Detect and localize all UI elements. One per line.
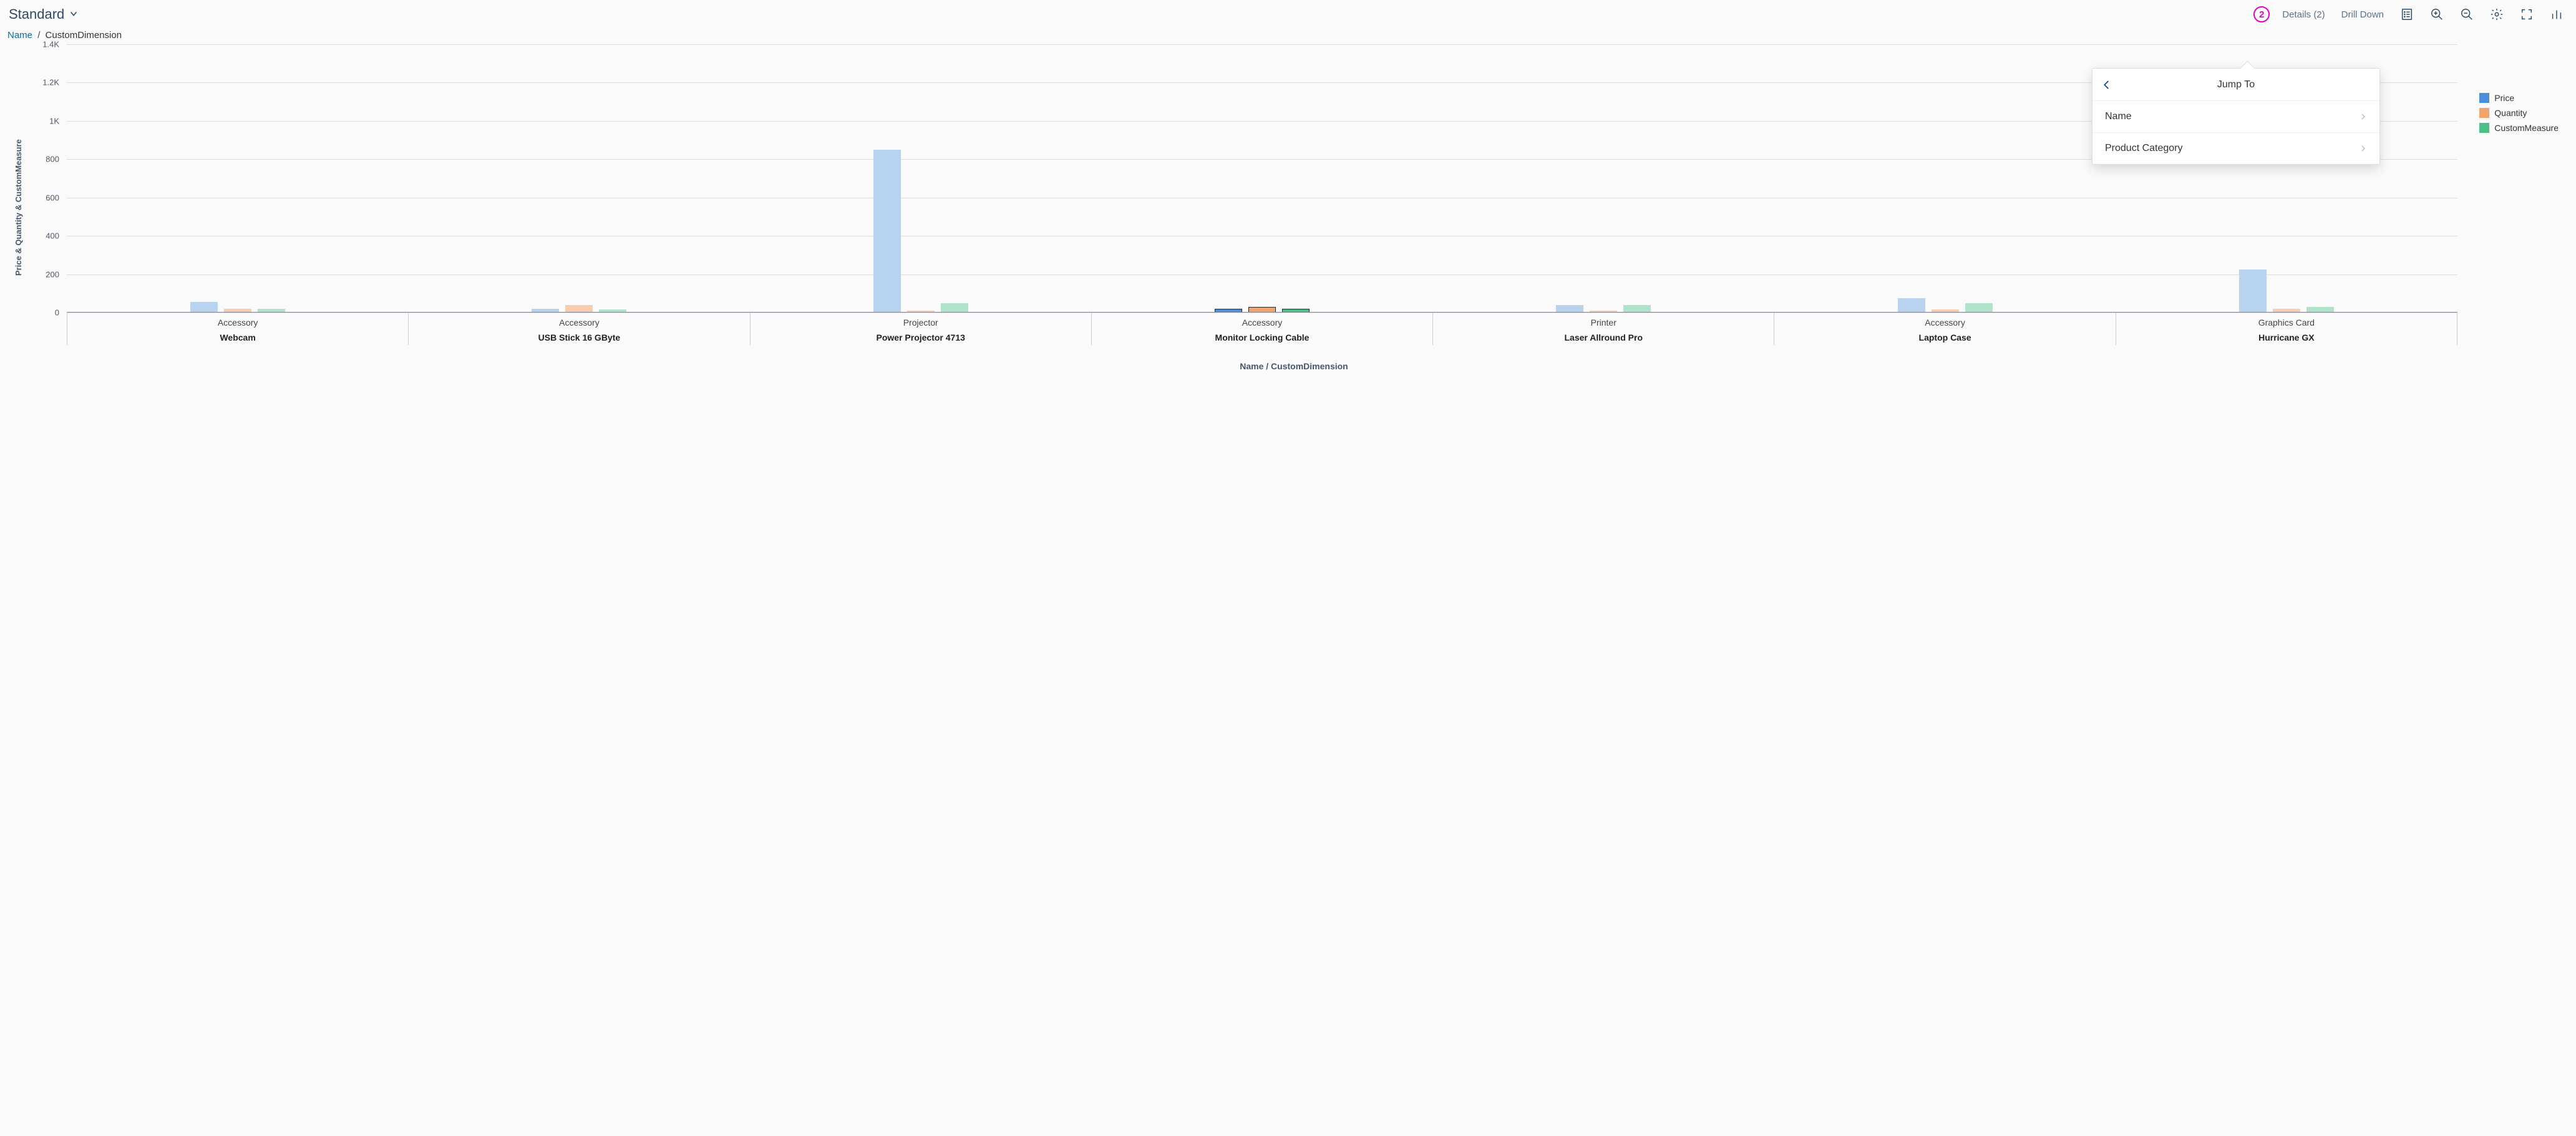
y-tick: 400: [28, 231, 59, 241]
x-category: Accessory Webcam: [67, 313, 408, 345]
popover-item-label: Name: [2105, 111, 2132, 122]
x-axis-line: [67, 312, 2457, 313]
legend: Price Quantity CustomMeasure: [2479, 93, 2559, 133]
x-axis-labels: Accessory Webcam Accessory USB Stick 16 GBy…: [67, 313, 2457, 345]
bar-price[interactable]: [190, 302, 218, 313]
x-category: Printer Laser Allround Pro: [1432, 313, 1774, 345]
x-category-primary: Laser Allround Pro: [1436, 333, 1771, 342]
bar-price[interactable]: [2239, 269, 2267, 313]
back-icon[interactable]: [2101, 79, 2112, 90]
bar-group[interactable]: [1091, 44, 1432, 313]
legend-item[interactable]: Quantity: [2479, 108, 2559, 118]
annotation-badge: 2: [2253, 6, 2270, 22]
legend-label: Quantity: [2494, 108, 2527, 118]
y-tick: 200: [28, 269, 59, 279]
x-category-secondary: Accessory: [411, 318, 747, 328]
legend-item[interactable]: CustomMeasure: [2479, 123, 2559, 133]
drill-down-button[interactable]: Drill Down: [2341, 9, 2384, 20]
bar-price[interactable]: [1898, 298, 1925, 313]
x-category-primary: Hurricane GX: [2119, 333, 2454, 342]
bar-custommeasure[interactable]: [941, 303, 968, 313]
breadcrumb-current: CustomDimension: [46, 30, 122, 41]
y-tick: 1K: [28, 116, 59, 125]
y-tick: 800: [28, 155, 59, 164]
legend-swatch: [2479, 123, 2489, 133]
popover-item-label: Product Category: [2105, 143, 2183, 154]
jump-to-popover: Jump To Name Product Category: [2092, 68, 2380, 165]
y-axis-title: Price & Quantity & CustomMeasure: [12, 44, 24, 371]
popover-item[interactable]: Name: [2092, 101, 2379, 133]
popover-title: Jump To: [2217, 79, 2255, 90]
x-category: Accessory Laptop Case: [1774, 313, 2115, 345]
bar-group[interactable]: [408, 44, 749, 313]
chevron-right-icon: [2360, 145, 2367, 152]
x-category-primary: Power Projector 4713: [753, 333, 1089, 342]
y-tick: 1.2K: [28, 78, 59, 87]
y-ticks: 02004006008001K1.2K1.4K: [28, 44, 63, 313]
x-category-secondary: Graphics Card: [2119, 318, 2454, 328]
popover-item[interactable]: Product Category: [2092, 133, 2379, 164]
legend-label: Price: [2494, 93, 2514, 103]
breadcrumb-separator: /: [37, 30, 40, 41]
x-category-secondary: Accessory: [1777, 318, 2112, 328]
zoom-out-icon[interactable]: [2460, 7, 2474, 21]
x-category-primary: Monitor Locking Cable: [1094, 333, 1430, 342]
legend-item[interactable]: Price: [2479, 93, 2559, 103]
x-category-primary: USB Stick 16 GByte: [411, 333, 747, 342]
x-category-secondary: Printer: [1436, 318, 1771, 328]
x-category-secondary: Accessory: [1094, 318, 1430, 328]
breadcrumb: Name / CustomDimension: [0, 26, 2576, 42]
view-mode-dropdown[interactable]: Standard: [9, 6, 78, 22]
x-category: Accessory USB Stick 16 GByte: [408, 313, 749, 345]
chevron-right-icon: [2360, 113, 2367, 120]
legend-label: CustomMeasure: [2494, 123, 2559, 133]
zoom-in-icon[interactable]: [2430, 7, 2444, 21]
bar-price[interactable]: [873, 150, 901, 313]
toolbar: Standard 2 Details (2) Drill Down: [0, 0, 2576, 26]
bar-group[interactable]: [750, 44, 1091, 313]
x-category: Accessory Monitor Locking Cable: [1091, 313, 1432, 345]
settings-icon[interactable]: [2490, 7, 2504, 21]
x-axis-title: Name / CustomDimension: [24, 361, 2564, 371]
x-category-primary: Webcam: [70, 333, 406, 342]
details-button[interactable]: Details (2): [2282, 9, 2325, 20]
popover-header: Jump To: [2092, 69, 2379, 101]
bar-group[interactable]: [67, 44, 408, 313]
bar-group[interactable]: [1774, 44, 2116, 313]
view-mode-label: Standard: [9, 6, 64, 22]
x-category-secondary: Projector: [753, 318, 1089, 328]
x-category: Graphics Card Hurricane GX: [2116, 313, 2457, 345]
legend-swatch: [2479, 108, 2489, 118]
x-category: Projector Power Projector 4713: [750, 313, 1091, 345]
bar-custommeasure[interactable]: [1965, 303, 1993, 313]
legend-swatch: [2479, 93, 2489, 103]
bar-group[interactable]: [1433, 44, 1774, 313]
fullscreen-icon[interactable]: [2520, 7, 2534, 21]
breadcrumb-link[interactable]: Name: [7, 30, 32, 41]
x-category-primary: Laptop Case: [1777, 333, 2112, 342]
list-icon[interactable]: [2400, 7, 2414, 21]
chevron-down-icon: [69, 9, 78, 20]
y-tick: 0: [28, 308, 59, 318]
x-category-secondary: Accessory: [70, 318, 406, 328]
y-tick: 600: [28, 193, 59, 202]
y-tick: 1.4K: [28, 40, 59, 49]
chart-container: Price & Quantity & CustomMeasure 0 200 400…: [0, 42, 2576, 377]
bar-chart-icon[interactable]: [2550, 7, 2564, 21]
